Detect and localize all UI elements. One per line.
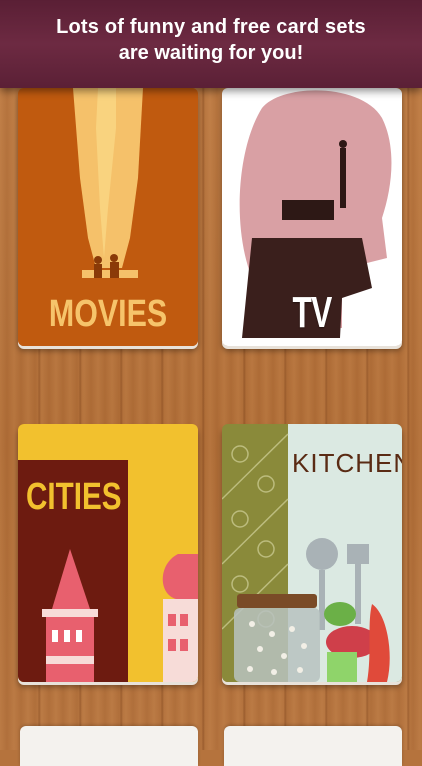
card-cities[interactable]: CITIES	[18, 424, 198, 682]
card-tv-shows[interactable]: TV SHOWS	[222, 88, 402, 346]
banner-text-line2: are waiting for you!	[118, 42, 304, 64]
card-peek-left[interactable]	[20, 726, 198, 766]
promo-banner: Lots of funny and free card sets are wai…	[0, 0, 422, 88]
card-peek-right[interactable]	[224, 726, 402, 766]
card-label-cities: CITIES	[26, 476, 122, 518]
card-label-tv-shows: TV SHOWS	[254, 288, 371, 346]
card-label-movies: MOVIES	[48, 293, 168, 335]
card-movies[interactable]: MOVIES	[18, 88, 198, 346]
cities-artwork	[18, 424, 198, 682]
banner-text-line1: Lots of funny and free card sets	[56, 16, 366, 38]
card-kitchen[interactable]: KITCHEN	[222, 424, 402, 682]
card-label-kitchen: KITCHEN	[292, 448, 402, 478]
